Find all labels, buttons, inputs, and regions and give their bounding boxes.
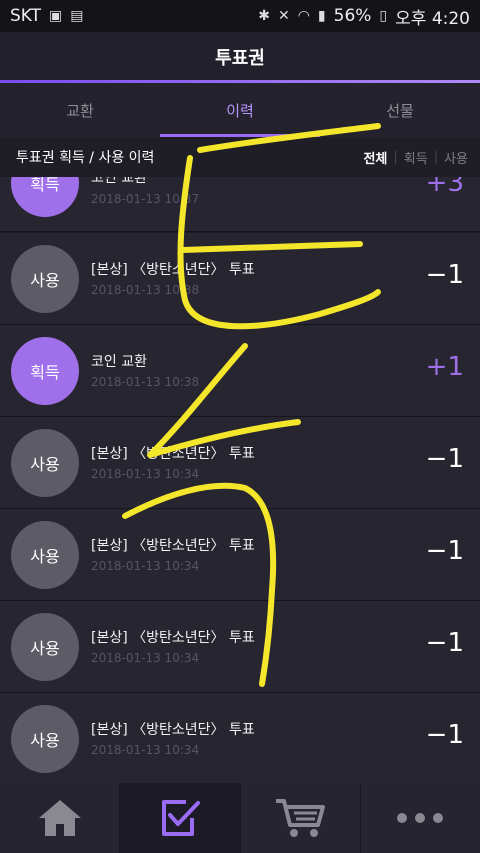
status-bar: SKT ▣ ▤ ✱ ✕ ◠ ▮ 56% ▯ 오후 4:20 (0, 0, 480, 32)
nav-vote[interactable] (120, 783, 241, 853)
vote-check-icon (161, 800, 200, 836)
tab-bar: 교환 이력 선물 (0, 83, 480, 137)
more-icon (397, 813, 444, 823)
list-item[interactable]: 사용 [본상] 〈방탄소년단〉 투표 2018-01-13 10:34 −1 (0, 509, 480, 601)
filter-bar: 투표권 획득 / 사용 이력 전체 | 획득 | 사용 (0, 137, 480, 177)
item-title: 코인 교환 (91, 177, 147, 186)
cart-icon (276, 799, 326, 837)
type-badge: 사용 (11, 245, 79, 313)
item-amount: +3 (425, 177, 464, 198)
page-title: 투표권 (215, 48, 265, 69)
list-item[interactable]: 사용 [본상] 〈방탄소년단〉 투표 2018-01-13 10:38 −1 (0, 233, 480, 325)
item-amount: −1 (425, 720, 464, 750)
item-title: [본상] 〈방탄소년단〉 투표 (91, 722, 255, 738)
more-dot (433, 813, 444, 823)
battery-percent: 56% (333, 6, 372, 26)
tab-history[interactable]: 이력 (160, 83, 320, 137)
list-item[interactable]: 사용 [본상] 〈방탄소년단〉 투표 2018-01-13 10:34 −1 (0, 601, 480, 693)
list-item[interactable]: 사용 [본상] 〈방탄소년단〉 투표 2018-01-13 10:34 −1 (0, 693, 480, 783)
more-dot (397, 813, 408, 823)
type-badge: 획득 (11, 337, 79, 405)
item-amount: −1 (425, 628, 464, 658)
battery-icon: ▯ (379, 8, 388, 24)
item-date: 2018-01-13 10:34 (91, 743, 200, 757)
filter-gain[interactable]: 획득 (404, 148, 428, 167)
type-badge: 사용 (11, 429, 79, 497)
signal-icon: ▮ (317, 8, 326, 24)
nav-more[interactable] (361, 783, 480, 853)
item-title: [본상] 〈방탄소년단〉 투표 (91, 630, 255, 646)
item-title: [본상] 〈방탄소년단〉 투표 (91, 538, 255, 554)
item-date: 2018-01-13 10:38 (91, 375, 200, 389)
tab-gift[interactable]: 선물 (320, 83, 480, 137)
item-date: 2018-01-13 10:34 (91, 467, 200, 481)
type-badge: 사용 (11, 521, 79, 589)
filter-all[interactable]: 전체 (363, 148, 387, 167)
item-title: [본상] 〈방탄소년단〉 투표 (91, 262, 255, 278)
list-item[interactable]: 사용 [본상] 〈방탄소년단〉 투표 2018-01-13 10:34 −1 (0, 417, 480, 509)
image-icon: ▣ (49, 8, 63, 24)
item-date: 2018-01-13 10:34 (91, 559, 200, 573)
section-title: 투표권 획득 / 사용 이력 (16, 150, 155, 166)
tab-exchange[interactable]: 교환 (0, 83, 160, 137)
filter-use[interactable]: 사용 (444, 148, 468, 167)
list-item[interactable]: 획득 코인 교환 2018-01-13 10:38 +1 (0, 325, 480, 417)
app-bar: 투표권 (0, 32, 480, 82)
item-amount: −1 (425, 444, 464, 474)
gallery-notification-icon: ▤ (70, 8, 84, 24)
type-badge: 사용 (11, 613, 79, 681)
item-date: 2018-01-13 10:37 (91, 192, 200, 206)
list-item[interactable]: 획득 코인 교환 2018-01-13 10:37 +3 (0, 177, 480, 232)
type-badge: 획득 (11, 177, 79, 217)
bottom-nav (0, 783, 480, 853)
item-amount: −1 (425, 536, 464, 566)
filter-divider: | (433, 149, 439, 165)
item-title: [본상] 〈방탄소년단〉 투표 (91, 446, 255, 462)
mute-icon: ✕ (277, 8, 290, 24)
item-amount: −1 (425, 260, 464, 290)
clock: 오후 4:20 (395, 8, 470, 29)
bluetooth-icon: ✱ (258, 8, 270, 24)
filter-group: 전체 | 획득 | 사용 (363, 148, 468, 167)
item-date: 2018-01-13 10:34 (91, 651, 200, 665)
wifi-icon: ◠ (297, 8, 310, 24)
carrier-label: SKT (10, 6, 42, 26)
type-badge: 사용 (11, 705, 79, 773)
item-date: 2018-01-13 10:38 (91, 283, 200, 297)
more-dot (415, 813, 426, 823)
item-title: 코인 교환 (91, 354, 147, 370)
nav-home[interactable] (0, 783, 121, 853)
filter-divider: | (393, 149, 398, 165)
home-icon (38, 800, 81, 836)
nav-shop[interactable] (241, 783, 361, 853)
history-list[interactable]: 획득 코인 교환 2018-01-13 10:37 +3 사용 [본상] 〈방탄… (0, 177, 480, 783)
item-amount: +1 (425, 352, 464, 382)
